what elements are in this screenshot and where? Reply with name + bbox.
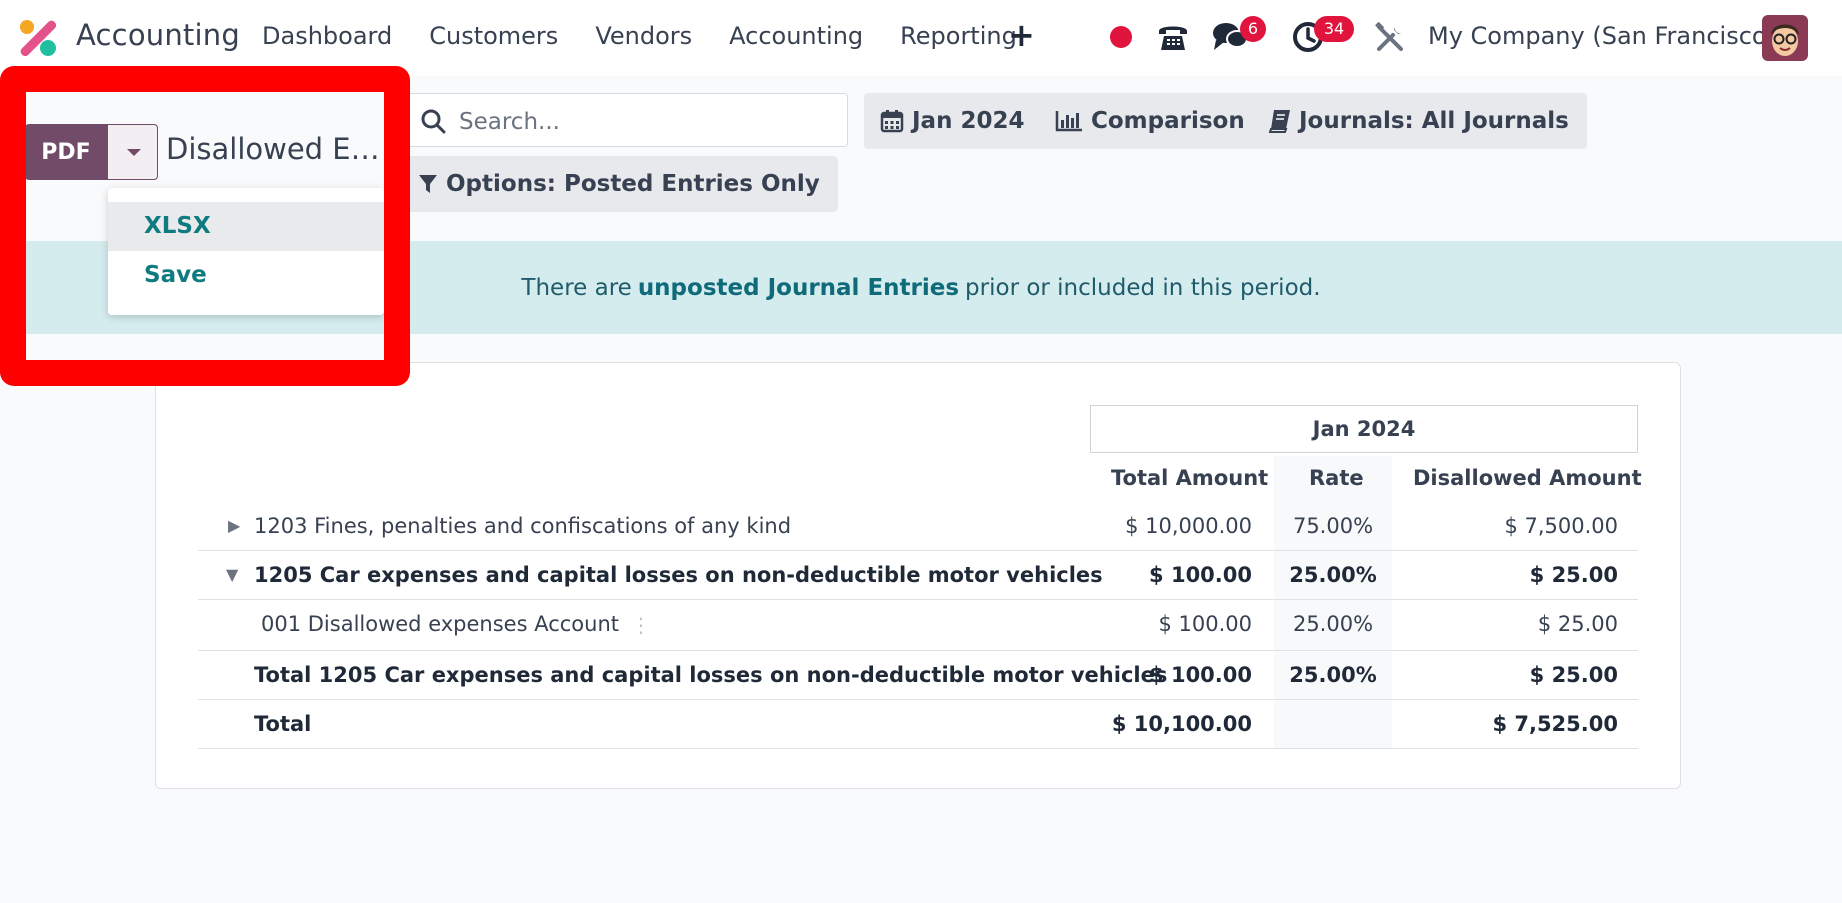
accounting-app-logo-icon[interactable]	[18, 18, 58, 58]
recording-status-icon[interactable]	[1110, 26, 1132, 48]
search-icon	[421, 109, 446, 134]
report-line-1203[interactable]: ▶ 1203 Fines, penalties and confiscation…	[198, 502, 1638, 551]
report-line-001-account[interactable]: 001 Disallowed expenses Account ⋮ $ 100.0…	[198, 600, 1638, 651]
line-disallowed-amount: $ 7,525.00	[1492, 712, 1618, 736]
line-name: 1205 Car expenses and capital losses on …	[254, 563, 1103, 587]
line-rate: 25.00%	[1289, 663, 1377, 687]
line-disallowed-amount: $ 25.00	[1537, 612, 1618, 636]
notice-suffix: prior or included in this period.	[965, 274, 1321, 301]
comparison-label: Comparison	[1091, 108, 1245, 134]
journals-filter-button[interactable]: Journals: All Journals	[1253, 93, 1587, 149]
unposted-entries-link[interactable]: unposted Journal Entries	[638, 275, 959, 301]
rate-column-header[interactable]: Rate	[1309, 466, 1364, 490]
menu-reporting[interactable]: Reporting	[900, 22, 1017, 50]
line-total-amount: $ 100.00	[1149, 663, 1252, 687]
disallowed-amount-column-header[interactable]: Disallowed Amount	[1413, 466, 1642, 490]
book-icon	[1269, 110, 1290, 133]
journals-filter-label: Journals: All Journals	[1299, 108, 1569, 134]
comparison-button[interactable]: Comparison	[1039, 93, 1263, 149]
app-name[interactable]: Accounting	[76, 18, 240, 52]
debug-tools-icon[interactable]	[1374, 22, 1406, 54]
filter-funnel-icon	[419, 175, 437, 193]
line-name: 1203 Fines, penalties and confiscations …	[254, 514, 792, 538]
pdf-export-button[interactable]: PDF	[25, 124, 107, 180]
date-filter-button[interactable]: Jan 2024	[864, 93, 1043, 149]
period-column-header: Jan 2024	[1090, 405, 1638, 453]
main-menu: Dashboard Customers Vendors Accounting R…	[262, 22, 1054, 50]
caret-down-icon	[127, 149, 141, 156]
line-rate	[1274, 700, 1392, 748]
add-menu-plus-icon[interactable]: +	[1008, 16, 1035, 54]
line-disallowed-amount: $ 7,500.00	[1504, 514, 1618, 538]
search-input[interactable]	[457, 102, 841, 142]
search-bar[interactable]	[408, 93, 848, 147]
line-disallowed-amount: $ 25.00	[1529, 563, 1618, 587]
line-name: 001 Disallowed expenses Account	[261, 612, 619, 636]
export-xlsx-item[interactable]: XLSX	[108, 202, 384, 251]
total-amount-column-header[interactable]: Total Amount	[1111, 466, 1268, 490]
bar-chart-icon	[1055, 111, 1082, 132]
user-avatar[interactable]	[1762, 15, 1808, 61]
report-line-1205[interactable]: ▼ 1205 Car expenses and capital losses o…	[198, 551, 1638, 600]
date-filter-label: Jan 2024	[912, 108, 1025, 134]
report-title: Disallowed E…	[166, 132, 380, 166]
menu-accounting[interactable]: Accounting	[729, 22, 863, 50]
line-name: Total	[254, 712, 312, 736]
options-filter-button[interactable]: Options: Posted Entries Only	[400, 156, 838, 212]
menu-vendors[interactable]: Vendors	[595, 22, 692, 50]
activity-count-badge: 34	[1314, 16, 1354, 42]
line-total-amount: $ 100.00	[1149, 563, 1252, 587]
expand-caret-right-icon[interactable]: ▶	[228, 502, 240, 550]
line-rate: 25.00%	[1292, 612, 1374, 636]
company-switcher[interactable]: My Company (San Francisco)	[1428, 22, 1776, 50]
kebab-menu-icon[interactable]: ⋮	[631, 601, 651, 649]
options-filter-label: Options: Posted Entries Only	[446, 171, 820, 197]
notice-prefix: There are	[521, 274, 632, 301]
line-rate: 75.00%	[1292, 514, 1374, 538]
report-line-total-1205: Total 1205 Car expenses and capital loss…	[198, 651, 1638, 700]
report-line-grand-total: Total $ 10,100.00 $ 7,525.00	[198, 700, 1638, 749]
line-name: Total 1205 Car expenses and capital loss…	[254, 663, 1168, 687]
calendar-icon	[880, 110, 904, 133]
line-rate: 25.00%	[1289, 563, 1377, 587]
line-name-wrap: 001 Disallowed expenses Account ⋮	[261, 600, 651, 648]
collapse-caret-down-icon[interactable]: ▼	[226, 551, 238, 599]
phone-icon[interactable]	[1156, 20, 1190, 54]
line-total-amount: $ 100.00	[1158, 612, 1252, 636]
messages-count-badge: 6	[1240, 16, 1266, 42]
top-navbar: Accounting Dashboard Customers Vendors A…	[0, 0, 1842, 76]
line-total-amount: $ 10,100.00	[1111, 712, 1252, 736]
export-dropdown-menu: XLSX Save	[108, 188, 384, 315]
export-dropdown-toggle[interactable]	[107, 124, 158, 180]
menu-customers[interactable]: Customers	[429, 22, 558, 50]
export-save-item[interactable]: Save	[108, 251, 384, 300]
menu-dashboard[interactable]: Dashboard	[262, 22, 392, 50]
line-total-amount: $ 10,000.00	[1125, 514, 1252, 538]
line-disallowed-amount: $ 25.00	[1529, 663, 1618, 687]
